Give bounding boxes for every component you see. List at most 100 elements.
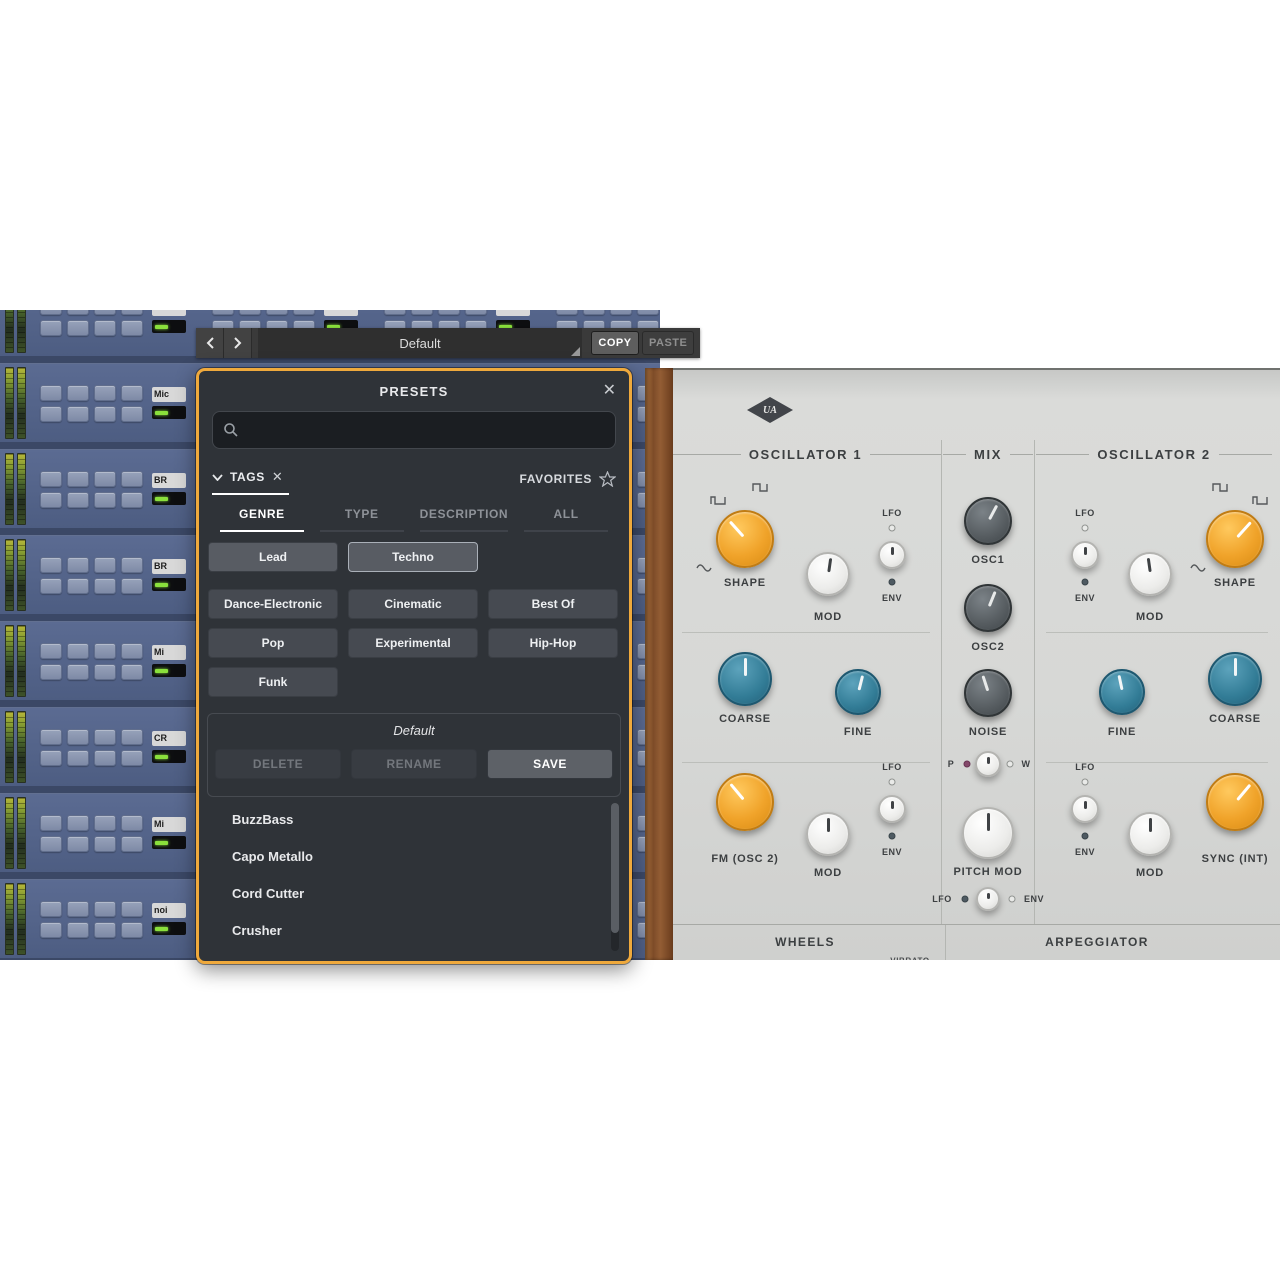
prev-preset-button[interactable] xyxy=(196,328,224,358)
tag-dance-electronic[interactable]: Dance-Electronic xyxy=(208,589,338,619)
clip-pad[interactable] xyxy=(121,922,143,938)
clip-pad[interactable] xyxy=(94,643,116,659)
coarse-knob-osc1[interactable] xyxy=(718,652,772,706)
lfo-env-knob-osc1-fm[interactable] xyxy=(878,795,906,823)
clip-pad[interactable] xyxy=(67,664,89,680)
rename-button[interactable]: RENAME xyxy=(351,749,477,779)
clip-pad[interactable] xyxy=(67,557,89,573)
tab-all[interactable]: ALL xyxy=(524,507,608,532)
noise-level-knob[interactable] xyxy=(964,669,1012,717)
pitch-mod-knob[interactable] xyxy=(962,807,1014,859)
clip-pad[interactable] xyxy=(637,310,659,315)
fm-knob-osc1[interactable] xyxy=(716,773,774,831)
clip-pad[interactable] xyxy=(94,578,116,594)
osc1-level-knob[interactable] xyxy=(964,497,1012,545)
clip-pad[interactable] xyxy=(67,643,89,659)
clip-pad[interactable] xyxy=(212,310,234,315)
clip-pad[interactable] xyxy=(121,406,143,422)
clip-pad[interactable] xyxy=(40,492,62,508)
tag-best-of[interactable]: Best Of xyxy=(488,589,618,619)
osc2-level-knob[interactable] xyxy=(964,584,1012,632)
tab-description[interactable]: DESCRIPTION xyxy=(420,507,509,532)
clip-pad[interactable] xyxy=(67,385,89,401)
search-input[interactable] xyxy=(247,422,605,439)
preset-list-item[interactable]: Crusher xyxy=(202,912,626,949)
clip-pad[interactable] xyxy=(94,492,116,508)
clip-pad[interactable] xyxy=(40,815,62,831)
shape-knob-osc2[interactable] xyxy=(1206,510,1264,568)
clip-pad[interactable] xyxy=(67,750,89,766)
clip-pad[interactable] xyxy=(40,643,62,659)
favorites-toggle[interactable]: FAVORITES xyxy=(519,471,616,493)
preset-list-item[interactable]: BuzzBass xyxy=(202,801,626,838)
clip-pad[interactable] xyxy=(121,901,143,917)
delete-button[interactable]: DELETE xyxy=(215,749,341,779)
clip-pad[interactable] xyxy=(438,310,460,315)
clip-pad[interactable] xyxy=(121,385,143,401)
scrollbar[interactable] xyxy=(611,803,619,951)
clip-pad[interactable] xyxy=(94,815,116,831)
clip-pad[interactable] xyxy=(121,557,143,573)
sync-knob-osc2[interactable] xyxy=(1206,773,1264,831)
clip-pad[interactable] xyxy=(556,310,578,315)
clip-pad[interactable] xyxy=(40,310,62,315)
tags-toggle[interactable]: TAGS ✕ xyxy=(212,469,289,495)
clip-pad[interactable] xyxy=(121,492,143,508)
clip-pad[interactable] xyxy=(411,310,433,315)
mod-knob-osc1-shape[interactable] xyxy=(806,552,850,596)
clip-pad[interactable] xyxy=(40,320,62,336)
clip-pad[interactable] xyxy=(121,320,143,336)
clip-pad[interactable] xyxy=(610,310,632,315)
tag-experimental[interactable]: Experimental xyxy=(348,628,478,658)
tag-lead[interactable]: Lead xyxy=(208,542,338,572)
close-icon[interactable]: ✕ xyxy=(603,380,616,402)
tag-funk[interactable]: Funk xyxy=(208,667,338,697)
clip-pad[interactable] xyxy=(40,836,62,852)
clip-pad[interactable] xyxy=(121,643,143,659)
clip-pad[interactable] xyxy=(121,578,143,594)
tag-pop[interactable]: Pop xyxy=(208,628,338,658)
clip-pad[interactable] xyxy=(239,310,261,315)
copy-button[interactable]: COPY xyxy=(591,331,639,355)
lfo-env-knob-osc2-sync[interactable] xyxy=(1071,795,1099,823)
clip-pad[interactable] xyxy=(465,310,487,315)
clip-pad[interactable] xyxy=(94,664,116,680)
preset-selector[interactable]: Default xyxy=(258,328,582,358)
tag-hip-hop[interactable]: Hip-Hop xyxy=(488,628,618,658)
clip-pad[interactable] xyxy=(384,310,406,315)
clip-pad[interactable] xyxy=(94,320,116,336)
scrollbar-thumb[interactable] xyxy=(611,803,619,933)
clip-pad[interactable] xyxy=(94,836,116,852)
tag-cinematic[interactable]: Cinematic xyxy=(348,589,478,619)
clip-pad[interactable] xyxy=(40,750,62,766)
clip-pad[interactable] xyxy=(67,471,89,487)
preset-list-item[interactable]: Cord Cutter xyxy=(202,875,626,912)
clip-pad[interactable] xyxy=(67,406,89,422)
clip-pad[interactable] xyxy=(67,922,89,938)
save-button[interactable]: SAVE xyxy=(487,749,613,779)
clip-pad[interactable] xyxy=(40,664,62,680)
clip-pad[interactable] xyxy=(121,471,143,487)
clip-pad[interactable] xyxy=(40,471,62,487)
shape-knob-osc1[interactable] xyxy=(716,510,774,568)
coarse-knob-osc2[interactable] xyxy=(1208,652,1262,706)
clip-pad[interactable] xyxy=(121,750,143,766)
clip-pad[interactable] xyxy=(67,578,89,594)
fine-knob-osc1[interactable] xyxy=(835,669,881,715)
clip-pad[interactable] xyxy=(94,901,116,917)
clip-pad[interactable] xyxy=(40,578,62,594)
tab-genre[interactable]: GENRE xyxy=(220,507,304,532)
clip-pad[interactable] xyxy=(121,815,143,831)
clip-pad[interactable] xyxy=(40,385,62,401)
clip-pad[interactable] xyxy=(94,557,116,573)
clip-pad[interactable] xyxy=(40,922,62,938)
clip-pad[interactable] xyxy=(121,664,143,680)
clip-pad[interactable] xyxy=(121,729,143,745)
clip-pad[interactable] xyxy=(40,557,62,573)
clip-pad[interactable] xyxy=(121,836,143,852)
clip-pad[interactable] xyxy=(67,492,89,508)
clip-pad[interactable] xyxy=(67,901,89,917)
clip-pad[interactable] xyxy=(67,836,89,852)
search-box[interactable] xyxy=(212,411,616,449)
clip-pad[interactable] xyxy=(94,729,116,745)
